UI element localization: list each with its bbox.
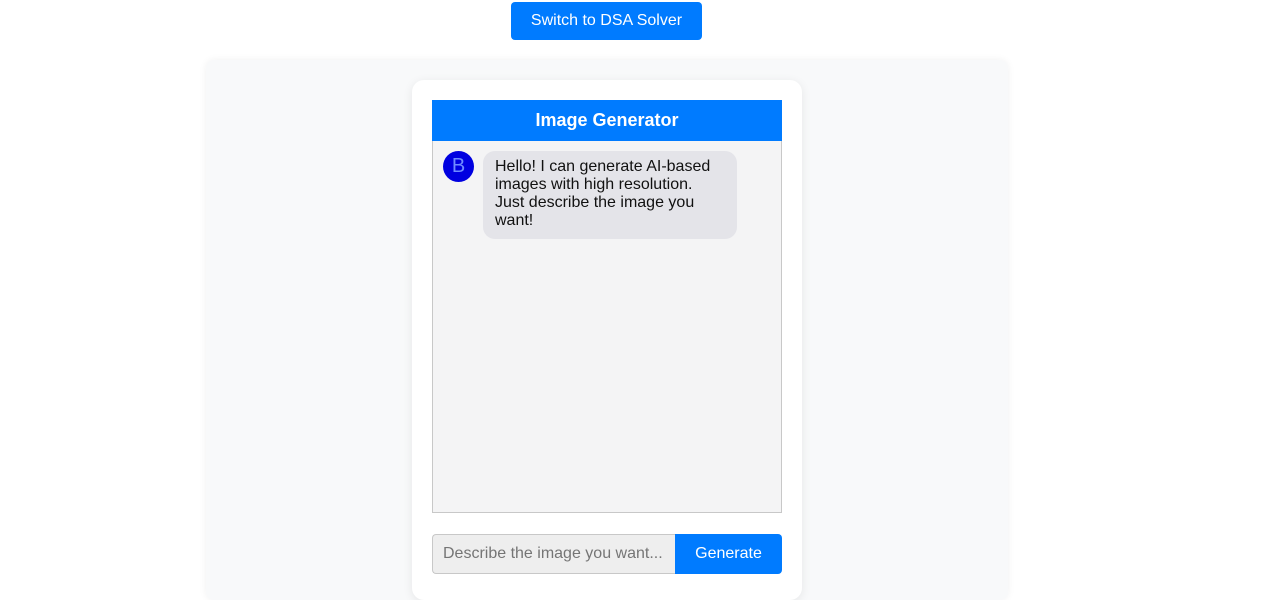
image-prompt-input[interactable]: [432, 534, 675, 574]
chat-title: Image Generator: [432, 100, 782, 141]
message-bubble: Hello! I can generate AI-based images wi…: [483, 151, 737, 239]
generate-button[interactable]: Generate: [675, 534, 782, 574]
composer: Generate: [432, 534, 782, 574]
bot-avatar: B: [443, 151, 474, 182]
switch-to-dsa-solver-button[interactable]: Switch to DSA Solver: [511, 2, 702, 40]
chat-messages-area[interactable]: B Hello! I can generate AI-based images …: [432, 141, 782, 513]
